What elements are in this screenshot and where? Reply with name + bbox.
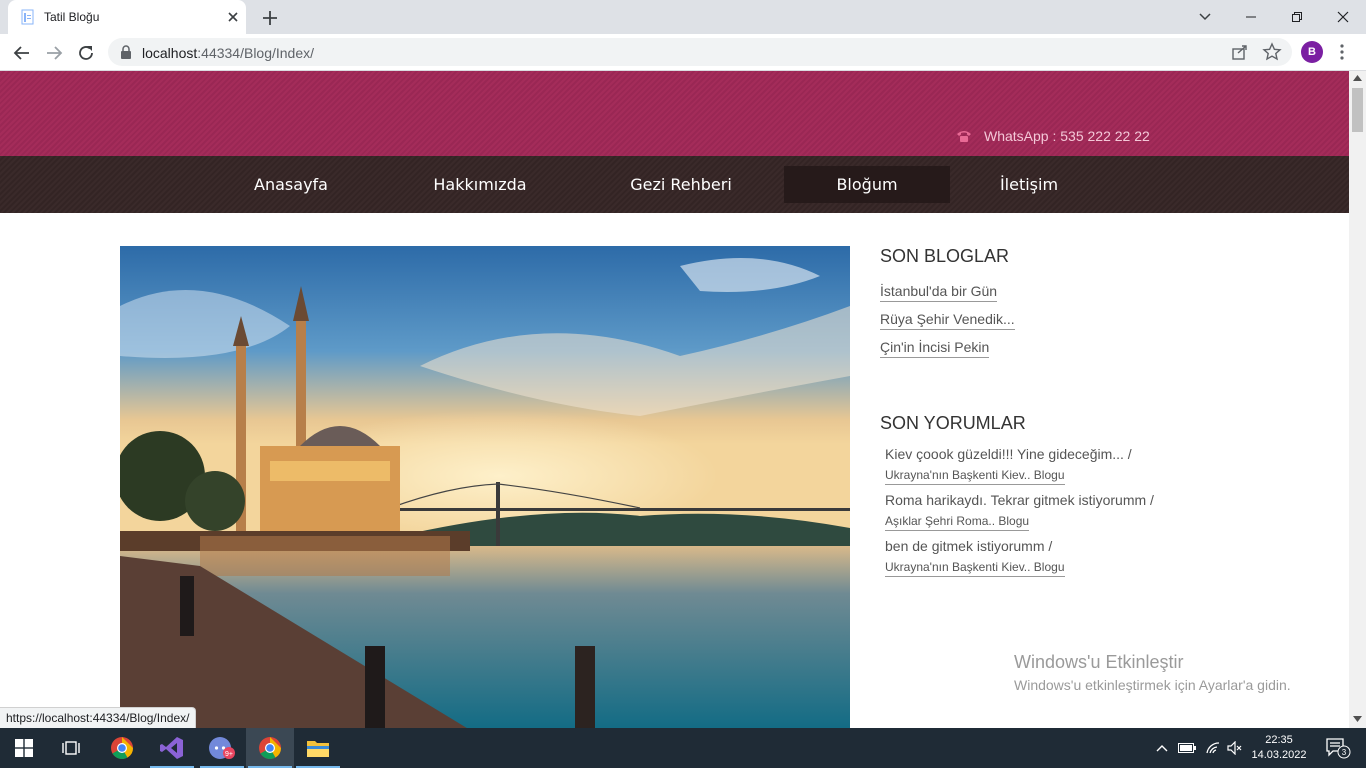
hero-image — [120, 246, 850, 728]
nav-item-iletisim[interactable]: İletişim — [962, 166, 1096, 203]
share-icon[interactable] — [1230, 42, 1250, 62]
recent-comments-heading: SON YORUMLAR — [880, 413, 1026, 433]
battery-icon — [1178, 743, 1196, 753]
taskbar-discord-button[interactable]: 9+ — [198, 728, 246, 768]
url-host: localhost — [142, 45, 198, 61]
forward-button[interactable] — [42, 41, 66, 65]
tray-volume[interactable] — [1224, 728, 1246, 768]
lock-icon[interactable] — [120, 45, 132, 59]
more-menu-icon[interactable] — [1340, 43, 1344, 61]
whatsapp-contact: WhatsApp : 535 222 22 22 — [956, 128, 1150, 144]
taskbar-chrome-active-button[interactable] — [246, 728, 294, 768]
task-view-icon — [62, 741, 80, 755]
page-viewport: WhatsApp : 535 222 22 22 Anasayfa Hakkım… — [0, 71, 1349, 728]
link-status-bubble: https://localhost:44334/Blog/Index/ — [0, 707, 197, 728]
tab-search-button[interactable] — [1182, 0, 1228, 34]
close-icon — [1337, 11, 1349, 23]
notification-count: 3 — [1342, 748, 1347, 757]
notifications-icon: 3 — [1326, 738, 1351, 759]
scroll-up-icon[interactable] — [1353, 75, 1362, 81]
minimize-icon — [1246, 16, 1256, 18]
visual-studio-icon — [160, 737, 183, 759]
scroll-down-icon[interactable] — [1353, 716, 1362, 722]
discord-icon: 9+ — [209, 737, 235, 759]
close-tab-icon[interactable] — [224, 8, 242, 26]
wifi-icon — [1206, 742, 1220, 754]
sidebar: SON BLOGLAR İstanbul'da bir Gün Rüya Şeh… — [880, 246, 1300, 584]
phone-icon — [957, 131, 971, 142]
comment-blog-link[interactable]: Aşıklar Şehri Roma.. Blogu — [885, 514, 1030, 531]
browser-tab-strip: Tatil Bloğu — [0, 0, 1366, 34]
comment-blog-link[interactable]: Ukrayna'nın Başkenti Kiev.. Blogu — [885, 468, 1065, 485]
profile-avatar[interactable]: B — [1301, 41, 1323, 63]
action-center-button[interactable]: 3 — [1318, 728, 1358, 768]
clock-time: 22:35 — [1265, 734, 1293, 746]
windows-logo-icon — [15, 739, 33, 757]
activation-watermark: Windows'u Etkinleştir Windows'u etkinleş… — [1014, 652, 1291, 693]
nav-item-hakkimizda[interactable]: Hakkımızda — [392, 166, 568, 203]
address-bar[interactable]: localhost:44334/Blog/Index/ — [108, 38, 1292, 66]
nav-item-anasayfa[interactable]: Anasayfa — [212, 166, 370, 203]
tray-network[interactable] — [1202, 728, 1224, 768]
tab-title: Tatil Bloğu — [44, 10, 100, 24]
browser-toolbar: localhost:44334/Blog/Index/ B — [0, 34, 1366, 71]
back-button[interactable] — [10, 41, 34, 65]
nav-item-gezi-rehberi[interactable]: Gezi Rehberi — [590, 166, 772, 203]
url-text: localhost:44334/Blog/Index/ — [142, 45, 314, 61]
chevron-down-icon — [1199, 13, 1211, 21]
watermark-title: Windows'u Etkinleştir — [1014, 652, 1184, 672]
tray-battery[interactable] — [1176, 728, 1198, 768]
comment-text: Kiev çoook güzeldi!!! Yine gideceğim... … — [885, 446, 1132, 462]
windows-taskbar: 9+ 22:35 14.03.2022 3 — [0, 728, 1366, 768]
bookmark-star-icon[interactable] — [1262, 42, 1282, 62]
arrow-right-icon — [47, 46, 63, 60]
page-scrollbar[interactable] — [1349, 71, 1366, 728]
recent-blogs-list: İstanbul'da bir Gün Rüya Şehir Venedik..… — [880, 283, 1300, 367]
chevron-up-icon — [1156, 745, 1168, 752]
close-window-button[interactable] — [1320, 0, 1366, 34]
recent-blog-link[interactable]: Rüya Şehir Venedik... — [880, 311, 1015, 330]
chrome-icon — [259, 737, 281, 759]
chrome-icon — [111, 737, 133, 759]
scroll-thumb[interactable] — [1352, 88, 1363, 132]
recent-blogs-heading: SON BLOGLAR — [880, 246, 1010, 266]
url-path: :44334/Blog/Index/ — [197, 45, 315, 61]
whatsapp-number: WhatsApp : 535 222 22 22 — [984, 128, 1150, 144]
site-navigation: Anasayfa Hakkımızda Gezi Rehberi Bloğum … — [0, 156, 1349, 213]
comment-text: Roma harikaydı. Tekrar gitmek istiyorumm… — [885, 492, 1154, 508]
new-tab-icon[interactable] — [258, 6, 282, 30]
recent-blog-link[interactable]: İstanbul'da bir Gün — [880, 283, 998, 302]
reload-icon — [79, 46, 93, 60]
tray-overflow-button[interactable] — [1152, 728, 1172, 768]
nav-item-blogum[interactable]: Bloğum — [784, 166, 950, 203]
reload-button[interactable] — [74, 41, 98, 65]
comment-item: Kiev çoook güzeldi!!! Yine gideceğim... … — [885, 446, 1300, 492]
recent-blog-link[interactable]: Çin'in İncisi Pekin — [880, 339, 990, 358]
browser-tab[interactable]: Tatil Bloğu — [8, 0, 246, 34]
taskbar-chrome-button[interactable] — [98, 728, 146, 768]
comment-item: ben de gitmek istiyorumm / Ukrayna'nın B… — [885, 538, 1300, 584]
restore-icon — [1292, 12, 1302, 22]
taskbar-clock[interactable]: 22:35 14.03.2022 — [1250, 733, 1308, 763]
arrow-left-icon — [13, 46, 29, 60]
comment-blog-link[interactable]: Ukrayna'nın Başkenti Kiev.. Blogu — [885, 560, 1065, 577]
recent-comments-list: Kiev çoook güzeldi!!! Yine gideceğim... … — [880, 446, 1300, 584]
start-button[interactable] — [0, 728, 48, 768]
comment-item: Roma harikaydı. Tekrar gitmek istiyorumm… — [885, 492, 1300, 538]
task-view-button[interactable] — [48, 728, 96, 768]
minimize-button[interactable] — [1228, 0, 1274, 34]
taskbar-visual-studio-button[interactable] — [148, 728, 196, 768]
taskbar-file-explorer-button[interactable] — [294, 728, 342, 768]
clock-date: 14.03.2022 — [1251, 749, 1307, 761]
page-favicon-icon — [21, 9, 34, 25]
discord-badge: 9+ — [225, 751, 233, 758]
watermark-subtitle: Windows'u etkinleştirmek için Ayarlar'a … — [1014, 677, 1291, 693]
speaker-muted-icon — [1227, 741, 1242, 755]
folder-icon — [307, 741, 329, 757]
restore-button[interactable] — [1274, 0, 1320, 34]
site-header: WhatsApp : 535 222 22 22 — [0, 71, 1349, 156]
comment-text: ben de gitmek istiyorumm / — [885, 538, 1053, 554]
